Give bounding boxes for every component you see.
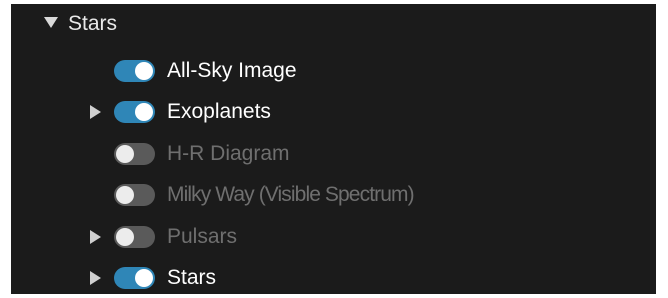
stars-toggle[interactable] [114,267,155,289]
triangle-right-icon[interactable] [90,230,101,244]
group-label: Stars [68,12,118,35]
pulsars-toggle[interactable] [114,226,155,248]
layer-label: Pulsars [167,225,238,248]
milky-way-toggle[interactable] [114,184,155,206]
toggle-knob [116,186,134,204]
toggle-knob [135,103,153,121]
layer-label: Milky Way (Visible Spectrum) [167,183,415,206]
layer-label: Stars [167,266,217,289]
layer-row-stars: Stars [11,258,656,298]
triangle-right-icon[interactable] [90,271,101,285]
layer-row-exoplanets: Exoplanets [11,92,656,132]
layer-row-hr-diagram: H-R Diagram [11,134,656,174]
toggle-knob [135,62,153,80]
layer-label: H-R Diagram [167,142,290,165]
layer-label: Exoplanets [167,100,271,123]
toggle-knob [116,228,134,246]
layer-label: All-Sky Image [167,59,297,82]
layer-row-pulsars: Pulsars [11,217,656,257]
all-sky-image-toggle[interactable] [114,60,155,82]
hr-diagram-toggle[interactable] [114,143,155,165]
layer-row-all-sky-image: All-Sky Image [11,51,656,91]
triangle-right-icon[interactable] [90,105,101,119]
toggle-knob [135,269,153,287]
triangle-down-icon[interactable] [44,17,58,28]
exoplanets-toggle[interactable] [114,101,155,123]
layer-panel: Stars All-Sky Image Exoplanets H-R Diagr… [11,4,656,294]
toggle-knob [116,145,134,163]
layer-row-milky-way: Milky Way (Visible Spectrum) [11,175,656,215]
